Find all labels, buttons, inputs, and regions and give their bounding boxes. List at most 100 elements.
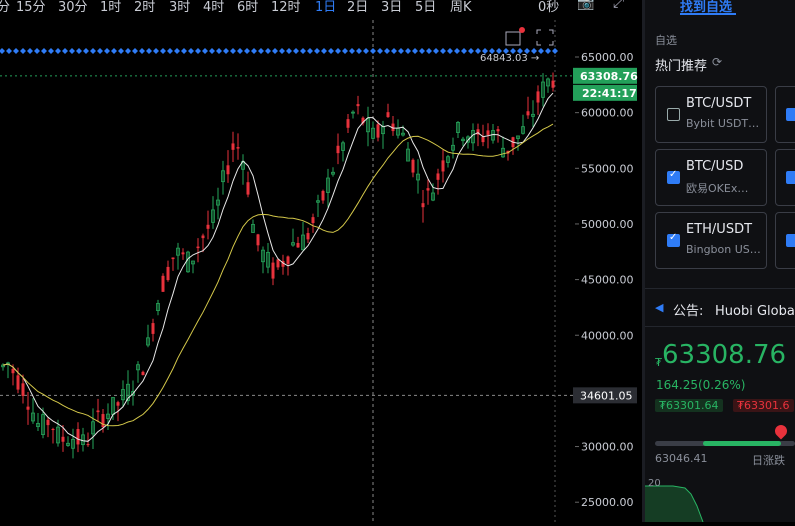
event-marker-icon — [139, 48, 145, 54]
timeframe-tab[interactable]: 6时 — [237, 0, 258, 15]
event-marker-icon — [272, 48, 278, 54]
sidebar-title-underline — [680, 13, 736, 15]
candle-body — [271, 262, 275, 279]
timeframe-tab[interactable]: 30分 — [58, 0, 88, 15]
timeframe-tab[interactable]: 4时 — [203, 0, 224, 15]
axis-tick-label: 60000.00 — [581, 107, 634, 120]
notice-text[interactable]: Huobi Global将 — [715, 300, 795, 319]
recommend-checkbox[interactable] — [667, 169, 680, 184]
event-marker-icon — [321, 48, 327, 54]
timeframe-tab[interactable]: 1日 — [315, 0, 336, 15]
candle-body — [411, 159, 415, 173]
recommend-checkbox[interactable] — [786, 234, 795, 247]
candle-body — [551, 80, 555, 88]
fullscreen-icon[interactable]: ⤢ — [613, 0, 624, 11]
refresh-icon[interactable]: ⟳ — [712, 55, 722, 69]
recommend-checkbox[interactable] — [667, 108, 680, 121]
event-marker-icon — [160, 48, 166, 54]
timeframe-tab[interactable]: 5日 — [415, 0, 436, 15]
event-marker-icon — [454, 48, 460, 54]
timeframe-tab[interactable]: 2时 — [134, 0, 155, 15]
timeframe-tab[interactable]: 1时 — [100, 0, 121, 15]
event-marker-icon — [76, 48, 82, 54]
event-marker-icon — [13, 48, 19, 54]
event-marker-icon — [83, 48, 89, 54]
recommend-checkbox[interactable] — [786, 171, 795, 184]
event-marker-icon — [181, 48, 187, 54]
candle-body — [151, 323, 155, 334]
event-marker-icon — [0, 48, 5, 54]
timeframe-tab[interactable]: 分 — [0, 0, 10, 15]
event-marker-icon — [307, 48, 313, 54]
event-marker-icon — [279, 48, 285, 54]
candle-body — [181, 252, 185, 255]
recommend-card-partial[interactable] — [775, 149, 795, 206]
recommend-card-eth-usdt[interactable]: ETH/USDT Bingbon US… — [655, 212, 767, 269]
event-marker-icon — [216, 48, 222, 54]
candle-body — [101, 414, 105, 428]
candle-body — [356, 104, 360, 107]
recommend-checkbox[interactable] — [667, 232, 680, 247]
camera-icon[interactable]: 📷 — [577, 0, 594, 11]
card-symbol: ETH/USDT — [686, 222, 753, 237]
chart-svg[interactable]: 65000.00 60000.00 55000.00 50000.00 45000.00… — [0, 20, 642, 522]
timeframe-tab[interactable]: 2日 — [347, 0, 368, 15]
candle-body — [201, 235, 205, 239]
event-marker-icon — [153, 48, 159, 54]
event-marker-icon — [69, 48, 75, 54]
recommend-card-btc-usdt[interactable]: BTC/USDT Bybit USDT… — [655, 86, 767, 143]
candle-body — [46, 419, 50, 426]
candle-body — [376, 124, 380, 138]
event-marker-icon — [174, 48, 180, 54]
event-marker-icon — [97, 48, 103, 54]
candle-body — [426, 188, 430, 191]
candle-body — [16, 375, 20, 390]
candle-body — [161, 275, 165, 292]
event-marker-icon — [314, 48, 320, 54]
event-marker-icon — [125, 48, 131, 54]
candle-body — [86, 444, 90, 446]
candlestick-chart[interactable]: 65000.00 60000.00 55000.00 50000.00 45000.00… — [0, 20, 642, 522]
day-low: 63046.41 — [655, 452, 708, 465]
event-marker-icon — [62, 48, 68, 54]
timeframe-tab[interactable]: 12时 — [271, 0, 301, 15]
notification-dot — [519, 27, 525, 33]
cursor-price-label: 34601.05 — [580, 389, 633, 402]
card-symbol: BTC/USD — [686, 159, 744, 174]
candle-body — [171, 257, 175, 260]
recommend-card-btc-usd[interactable]: BTC/USD 欧易OKEx… — [655, 149, 767, 206]
recommend-checkbox[interactable] — [786, 108, 795, 121]
timeframe-tab[interactable]: 周K — [450, 0, 472, 15]
speaker-icon: ◀ — [655, 301, 664, 314]
current-price-label: 63308.76 — [580, 70, 638, 83]
event-marker-icon — [391, 48, 397, 54]
candle-body — [346, 119, 350, 128]
calendar-icon — [505, 31, 521, 46]
depth-axis-label: 20 — [648, 478, 661, 489]
expand-icon — [536, 29, 554, 46]
timeframe-tab[interactable]: 3日 — [381, 0, 402, 15]
depth-area — [645, 486, 703, 522]
axis-tick-label: 55000.00 — [581, 162, 634, 175]
depth-chart — [645, 485, 704, 522]
event-marker-icon — [41, 48, 47, 54]
event-marker-icon — [356, 48, 362, 54]
event-marker-icon — [48, 48, 54, 54]
candle-body — [116, 402, 120, 406]
event-marker-icon — [363, 48, 369, 54]
recommend-card-partial[interactable] — [775, 212, 795, 269]
candle-body — [256, 234, 260, 246]
price-change: 164.25(0.26%) — [656, 378, 746, 392]
watchlist-section-label: 自选 — [655, 34, 677, 47]
candle-body — [441, 160, 445, 172]
event-marker-icon — [132, 48, 138, 54]
event-marker-icon — [118, 48, 124, 54]
event-marker-icon — [426, 48, 432, 54]
timeframe-tab[interactable]: 15分 — [16, 0, 46, 15]
event-marker-icon — [55, 48, 61, 54]
event-marker-icon — [468, 48, 474, 54]
timeframe-tab[interactable]: 3时 — [169, 0, 190, 15]
recommend-card-partial[interactable] — [775, 86, 795, 143]
event-marker-icon — [461, 48, 467, 54]
candle-body — [421, 203, 425, 208]
